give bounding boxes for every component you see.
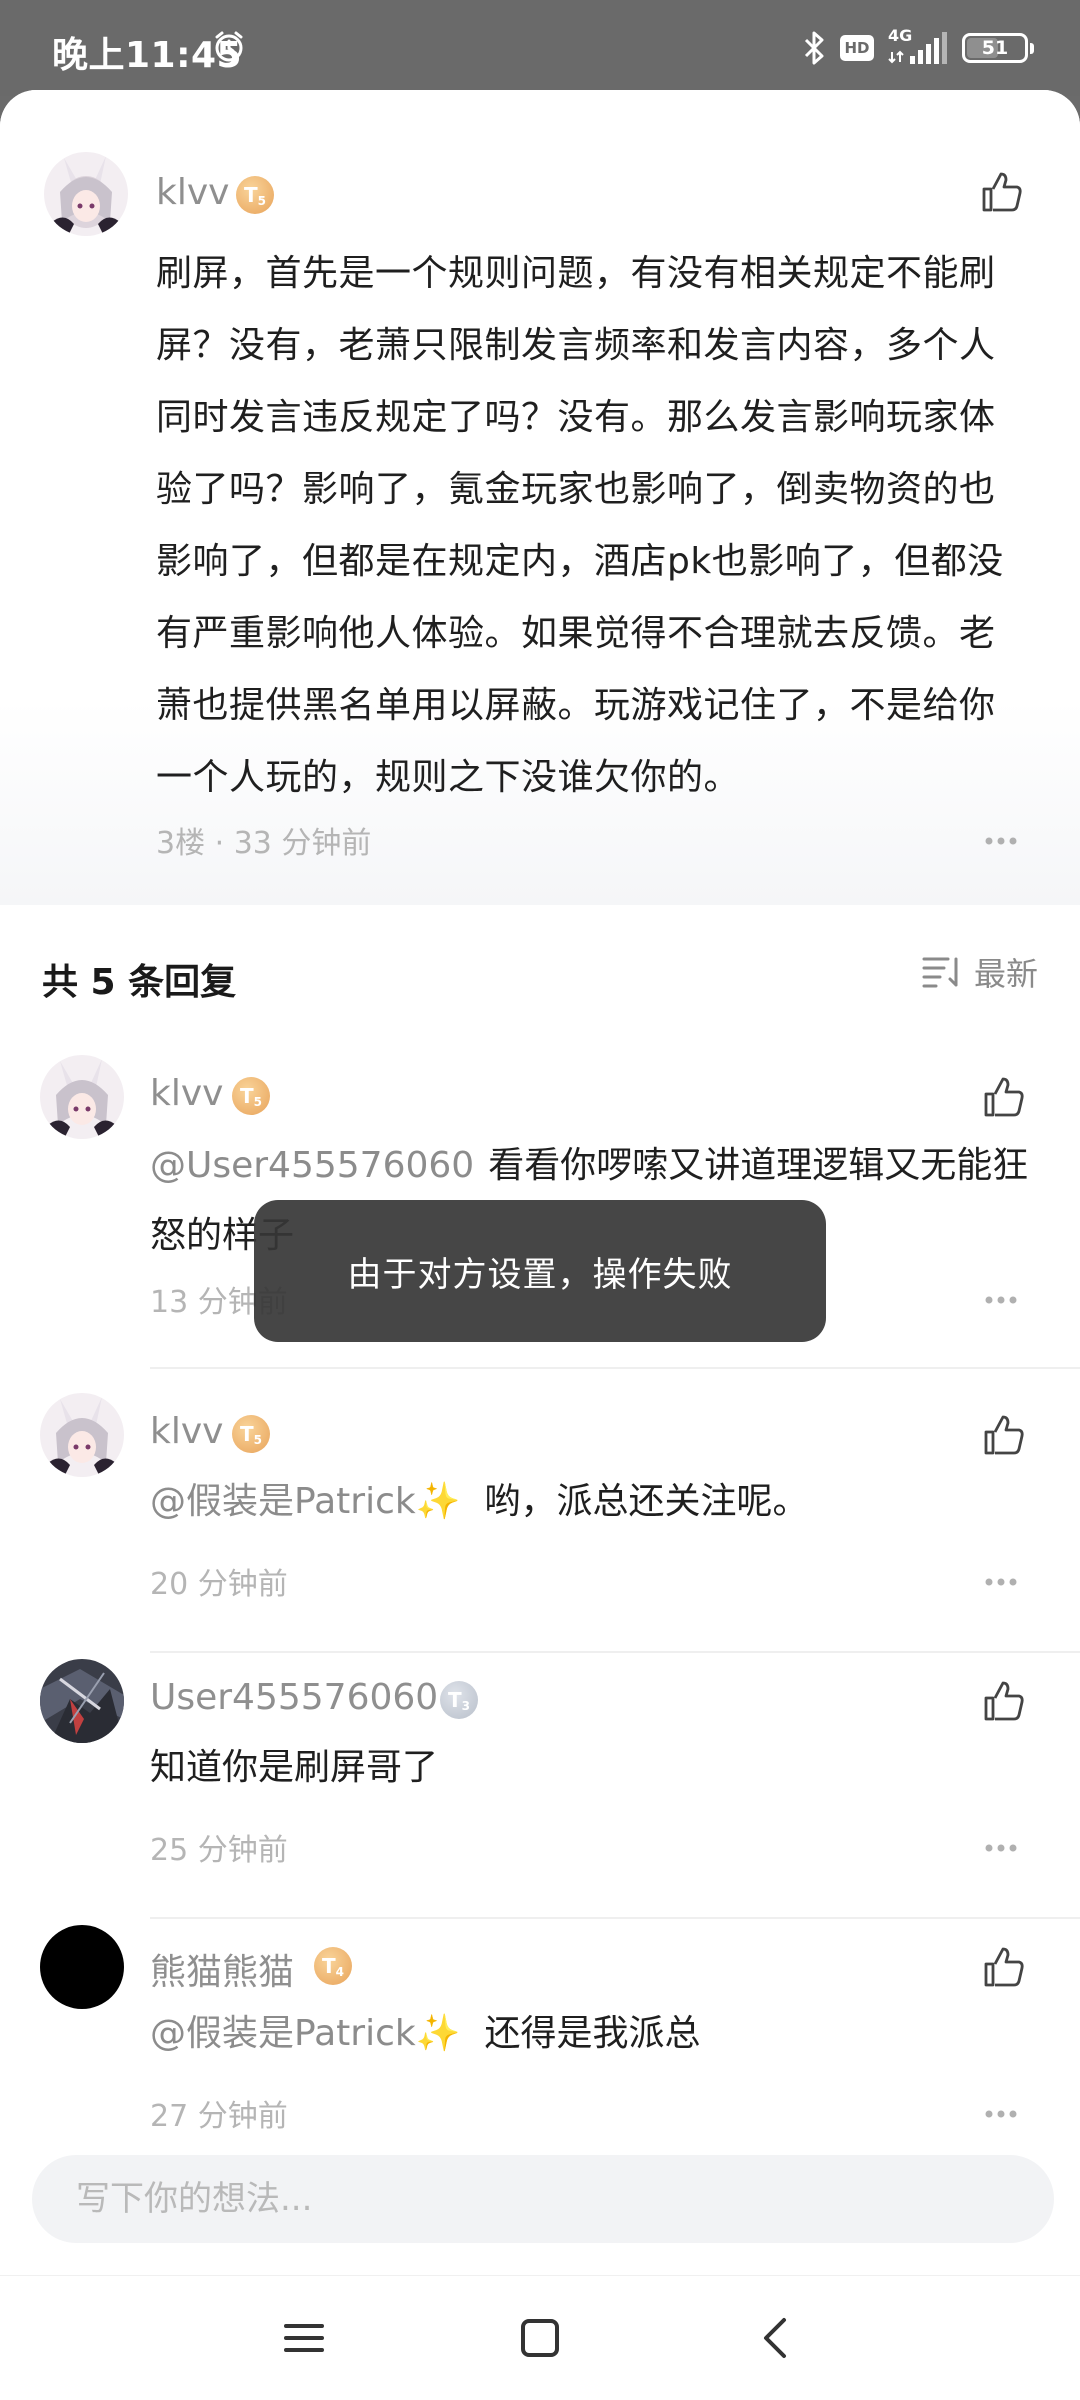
username[interactable]: 熊猫熊猫 xyxy=(150,1943,294,1995)
like-icon[interactable] xyxy=(980,170,1024,214)
level-badge: T5 xyxy=(232,1415,270,1453)
sort-icon xyxy=(922,957,958,988)
level-letter: T xyxy=(243,183,258,207)
username[interactable]: klvv xyxy=(150,1411,223,1452)
like-icon[interactable] xyxy=(982,1413,1026,1457)
level-number: 5 xyxy=(253,1095,262,1109)
sort-label: 最新 xyxy=(973,955,1038,993)
battery-icon: 51 xyxy=(962,33,1034,63)
mention-link[interactable]: @假装是Patrick✨ xyxy=(150,1481,461,1522)
avatar[interactable] xyxy=(40,1055,124,1139)
level-number: 5 xyxy=(253,1433,262,1447)
level-badge: T5 xyxy=(236,176,274,214)
level-badge: T5 xyxy=(232,1077,270,1115)
hd-icon: HD xyxy=(840,35,874,61)
avatar[interactable] xyxy=(44,152,128,236)
level-number: 3 xyxy=(461,1699,470,1713)
toast-message: 由于对方设置，操作失败 xyxy=(254,1200,826,1342)
more-icon[interactable] xyxy=(984,1295,1018,1305)
comment-sheet: klvv T5 刷屏，首先是一个规则问题，有没有相关规定不能刷屏？没有，老萧只限… xyxy=(0,90,1080,2400)
more-icon[interactable] xyxy=(984,836,1018,846)
avatar[interactable] xyxy=(40,1925,124,2009)
reply-body: 哟，派总还关注呢。 xyxy=(484,1481,809,1522)
toast-text: 由于对方设置，操作失败 xyxy=(347,1254,733,1295)
status-indicators: HD 4G 51 xyxy=(802,26,1034,70)
hd-label: HD xyxy=(844,39,870,57)
like-icon[interactable] xyxy=(982,1075,1026,1119)
reply-item: User455576060 T3 知道你是刷屏哥了 25 分钟前 xyxy=(0,1659,1080,1927)
reply-text: @假装是Patrick✨ 哟，派总还关注呢。 xyxy=(150,1467,1030,1537)
replies-count: 共 5 条回复 xyxy=(42,962,237,1003)
comment-meta: 3楼 · 33 分钟前 xyxy=(156,826,372,861)
level-number: 5 xyxy=(257,194,266,208)
bluetooth-icon xyxy=(804,31,824,65)
divider xyxy=(150,1917,1080,1919)
reply-body: 知道你是刷屏哥了 xyxy=(150,1747,439,1788)
level-letter: T xyxy=(447,1688,462,1712)
reply-text: @假装是Patrick✨ 还得是我派总 xyxy=(150,1999,1030,2069)
divider xyxy=(150,1367,1080,1369)
back-icon[interactable] xyxy=(748,2310,804,2366)
sort-button[interactable]: 最新 xyxy=(922,949,1038,995)
like-icon[interactable] xyxy=(982,1945,1026,1989)
battery-level: 51 xyxy=(981,37,1009,59)
status-bar: 晚上11:45 HD 4G 51 xyxy=(0,0,1080,96)
divider xyxy=(150,1651,1080,1653)
reply-time: 20 分钟前 xyxy=(150,1567,288,1602)
username[interactable]: User455576060 xyxy=(150,1677,438,1718)
level-badge: T4 xyxy=(314,1947,352,1985)
reply-item: klvv T5 @假装是Patrick✨ 哟，派总还关注呢。 20 分钟前 xyxy=(0,1393,1080,1659)
reply-time: 25 分钟前 xyxy=(150,1833,288,1868)
reply-time: 27 分钟前 xyxy=(150,2099,288,2134)
comment-input[interactable] xyxy=(32,2155,1054,2243)
username[interactable]: klvv xyxy=(156,172,229,213)
level-badge: T3 xyxy=(440,1681,478,1719)
reply-body: 还得是我派总 xyxy=(484,2013,701,2054)
comment-input-bar xyxy=(0,2135,1080,2275)
like-icon[interactable] xyxy=(982,1679,1026,1723)
more-icon[interactable] xyxy=(984,1577,1018,1587)
alarm-icon xyxy=(215,31,243,62)
home-icon[interactable] xyxy=(512,2310,568,2366)
reply-text: 知道你是刷屏哥了 xyxy=(150,1733,1030,1803)
mention-link[interactable]: @假装是Patrick✨ xyxy=(150,2013,461,2054)
system-nav-bar xyxy=(0,2275,1080,2400)
more-icon[interactable] xyxy=(984,1843,1018,1853)
username[interactable]: klvv xyxy=(150,1073,223,1114)
level-letter: T xyxy=(239,1422,254,1446)
more-icon[interactable] xyxy=(984,2109,1018,2119)
signal-icon: 4G xyxy=(888,26,948,66)
menu-icon[interactable] xyxy=(276,2310,332,2366)
replies-section: 共 5 条回复 最新 klvv T 5 @User455576060 看看你啰嗦… xyxy=(0,905,1080,2225)
level-number: 4 xyxy=(335,1965,344,1979)
level-letter: T xyxy=(321,1954,336,1978)
main-comment: klvv T5 刷屏，首先是一个规则问题，有没有相关规定不能刷屏？没有，老萧只限… xyxy=(0,90,1080,905)
avatar[interactable] xyxy=(40,1659,124,1743)
mention-link[interactable]: @User455576060 xyxy=(150,1145,474,1186)
level-letter: T xyxy=(239,1084,254,1108)
comment-text: 刷屏，首先是一个规则问题，有没有相关规定不能刷屏？没有，老萧只限制发言频率和发言… xyxy=(156,253,1004,798)
avatar[interactable] xyxy=(40,1393,124,1477)
